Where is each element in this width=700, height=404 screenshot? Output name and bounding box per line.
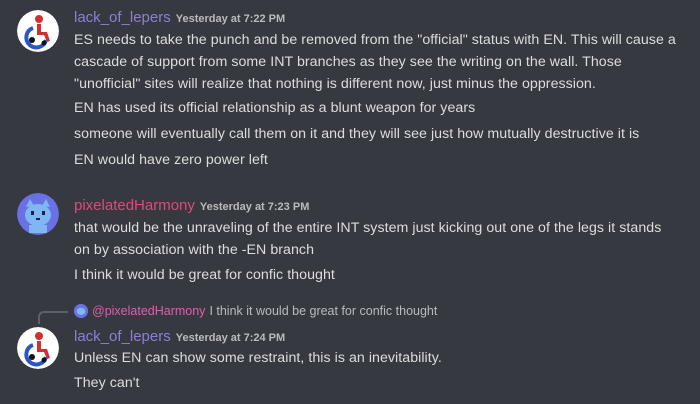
message-line: someone will eventually call them on it … (74, 126, 640, 142)
reply-text[interactable]: I think it would be great for confic tho… (209, 304, 437, 318)
username[interactable]: pixelatedHarmony (74, 197, 195, 214)
chat-message-list: lack_of_lepers Yesterday at 7:22 PM ES ne… (0, 0, 700, 404)
reply-preview[interactable]: @pixelatedHarmony I think it would be gre… (74, 303, 437, 319)
timestamp[interactable]: Yesterday at 7:23 PM (200, 201, 309, 213)
message-line: I think it would be great for confic tho… (74, 267, 335, 283)
wheelchair-logo-icon (17, 327, 59, 369)
message-line: EN would have zero power left (74, 152, 268, 168)
message-header: pixelatedHarmony Yesterday at 7:23 PM (74, 197, 309, 216)
username[interactable]: lack_of_lepers (74, 328, 171, 345)
message-header: lack_of_lepers Yesterday at 7:24 PM (74, 328, 285, 347)
message-line: EN has used its official relationship as… (74, 100, 476, 116)
message-line: "unofficial" sites will realize that not… (74, 76, 596, 92)
message-line: Unless EN can show some restraint, this … (74, 350, 442, 366)
message-line: ES needs to take the punch and be remove… (74, 32, 676, 48)
reply-avatar (74, 304, 88, 318)
username[interactable]: lack_of_lepers (74, 9, 171, 26)
avatar[interactable] (17, 10, 59, 52)
wheelchair-logo-icon (17, 10, 59, 52)
timestamp[interactable]: Yesterday at 7:22 PM (176, 13, 285, 25)
message-line: They can't (74, 375, 140, 391)
avatar[interactable] (17, 193, 59, 235)
timestamp[interactable]: Yesterday at 7:24 PM (176, 332, 285, 344)
message-line: on by association with the -EN branch (74, 242, 315, 258)
reply-username[interactable]: @pixelatedHarmony (92, 304, 205, 318)
avatar[interactable] (17, 327, 59, 369)
message-line: cascade of support from some INT branche… (74, 54, 622, 70)
cat-avatar-icon (74, 304, 88, 318)
cat-avatar-icon (17, 193, 59, 235)
reply-connector (38, 311, 68, 324)
message-line: that would be the unraveling of the enti… (74, 220, 662, 236)
message-header: lack_of_lepers Yesterday at 7:22 PM (74, 9, 285, 28)
